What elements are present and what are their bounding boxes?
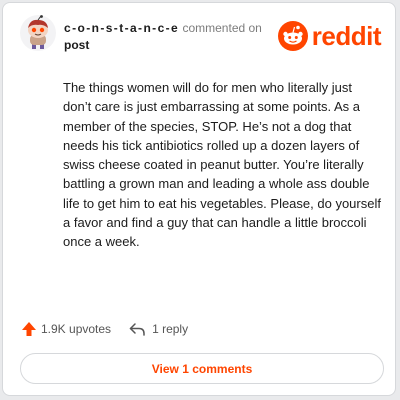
- upvote-arrow-icon: [22, 322, 36, 336]
- view-comments-button[interactable]: View 1 comments: [20, 353, 384, 384]
- comment-card: c-o-n-s-t-a-n-c-e commented on post redd…: [2, 2, 396, 396]
- comment-actions: 1.9K upvotes 1 reply: [21, 320, 188, 338]
- snoo-avatar-icon: [20, 15, 56, 51]
- reddit-logo-icon: [277, 21, 308, 51]
- reddit-wordmark: reddit: [311, 21, 382, 51]
- reply-arrow-icon: [129, 323, 145, 336]
- reply-button[interactable]: 1 reply: [129, 322, 188, 336]
- reply-count: 1 reply: [152, 322, 189, 336]
- avatar[interactable]: [20, 15, 56, 51]
- comment-body: The things women will do for men who lit…: [63, 80, 381, 250]
- post-link[interactable]: post: [64, 37, 274, 54]
- author-name[interactable]: c-o-n-s-t-a-n-c-e: [64, 21, 179, 35]
- upvote-button[interactable]: 1.9K upvotes: [21, 321, 111, 337]
- view-comments-label: View 1 comments: [151, 361, 253, 376]
- upvote-count: 1.9K upvotes: [41, 322, 112, 336]
- comment-action-text: commented on: [182, 21, 262, 35]
- reddit-logo: reddit: [277, 21, 382, 51]
- comment-header: c-o-n-s-t-a-n-c-e commented on post: [64, 20, 274, 54]
